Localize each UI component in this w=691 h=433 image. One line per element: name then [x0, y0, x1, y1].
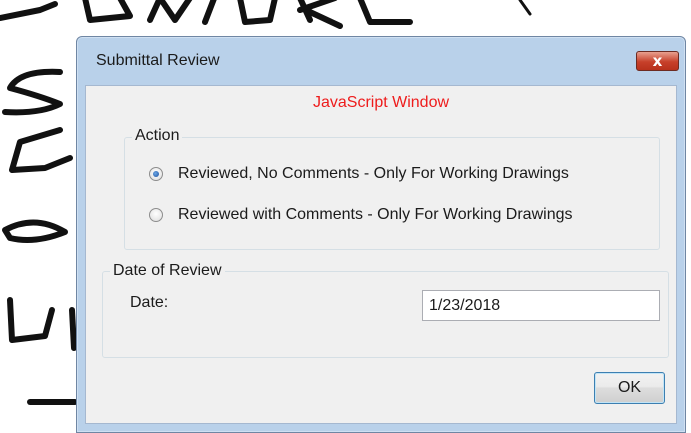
action-group-legend: Action: [132, 127, 183, 145]
date-field[interactable]: 1/23/2018: [422, 290, 660, 321]
radio-option-label: Reviewed with Comments - Only For Workin…: [178, 206, 573, 223]
date-label: Date:: [130, 294, 169, 311]
radio-option-no-comments[interactable]: Reviewed, No Comments - Only For Working…: [149, 165, 569, 183]
radio-option-with-comments[interactable]: Reviewed with Comments - Only For Workin…: [149, 206, 572, 224]
date-review-group-legend: Date of Review: [110, 262, 225, 280]
ok-button[interactable]: OK: [594, 372, 665, 404]
dialog-title: Submittal Review: [96, 52, 220, 69]
action-group: Action Reviewed, No Comments - Only For …: [124, 127, 660, 250]
close-button[interactable]: x: [636, 51, 679, 71]
radio-checked-icon[interactable]: [149, 167, 163, 181]
close-icon: x: [652, 51, 663, 70]
ok-button-label: OK: [617, 379, 642, 396]
dialog-heading: JavaScript Window: [312, 94, 450, 111]
radio-unchecked-icon[interactable]: [149, 208, 163, 222]
radio-option-label: Reviewed, No Comments - Only For Working…: [178, 165, 569, 182]
title-bar[interactable]: Submittal Review x: [77, 37, 685, 85]
submittal-review-dialog: Submittal Review x JavaScript Window Act…: [76, 36, 686, 433]
dialog-body: JavaScript Window Action Reviewed, No Co…: [85, 85, 677, 424]
date-review-group: Date of Review Date: 1/23/2018: [102, 262, 669, 358]
